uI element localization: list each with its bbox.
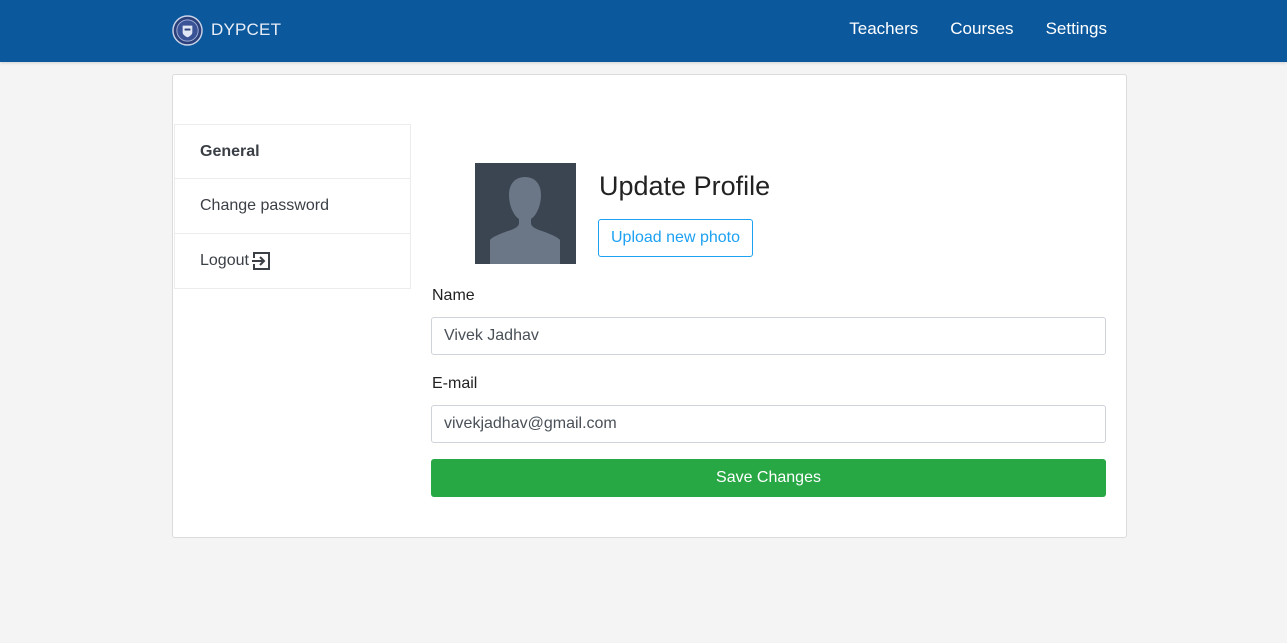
sidebar-item-change-password[interactable]: Change password xyxy=(174,179,411,234)
brand-link[interactable]: DYPCET xyxy=(172,14,281,46)
page-title: Update Profile xyxy=(599,171,771,201)
settings-sidebar: General Change password Logout xyxy=(174,124,411,289)
profile-avatar xyxy=(475,163,576,264)
sidebar-item-general[interactable]: General xyxy=(174,124,411,179)
brand-name: DYPCET xyxy=(211,20,282,39)
top-navbar: DYPCET Teachers Courses Settings xyxy=(0,0,1287,62)
name-label: Name xyxy=(432,287,475,304)
sidebar-item-label: Logout xyxy=(200,252,249,269)
sidebar-item-logout[interactable]: Logout xyxy=(174,234,411,289)
sidebar-item-label: Change password xyxy=(200,197,329,214)
email-label: E-mail xyxy=(432,375,478,392)
upload-photo-button[interactable]: Upload new photo xyxy=(598,219,753,257)
main-nav: Teachers Courses Settings xyxy=(817,19,1107,39)
college-logo-icon xyxy=(172,14,203,46)
settings-card: General Change password Logout Update Pr… xyxy=(172,74,1127,538)
nav-link-courses[interactable]: Courses xyxy=(950,19,1013,39)
name-field[interactable] xyxy=(431,317,1106,355)
nav-link-teachers[interactable]: Teachers xyxy=(849,19,918,39)
logout-icon xyxy=(251,252,270,270)
save-changes-button[interactable]: Save Changes xyxy=(431,459,1106,497)
email-field[interactable] xyxy=(431,405,1106,443)
sidebar-item-label: General xyxy=(200,142,260,160)
nav-link-settings[interactable]: Settings xyxy=(1046,19,1107,39)
user-silhouette-icon xyxy=(475,163,576,264)
